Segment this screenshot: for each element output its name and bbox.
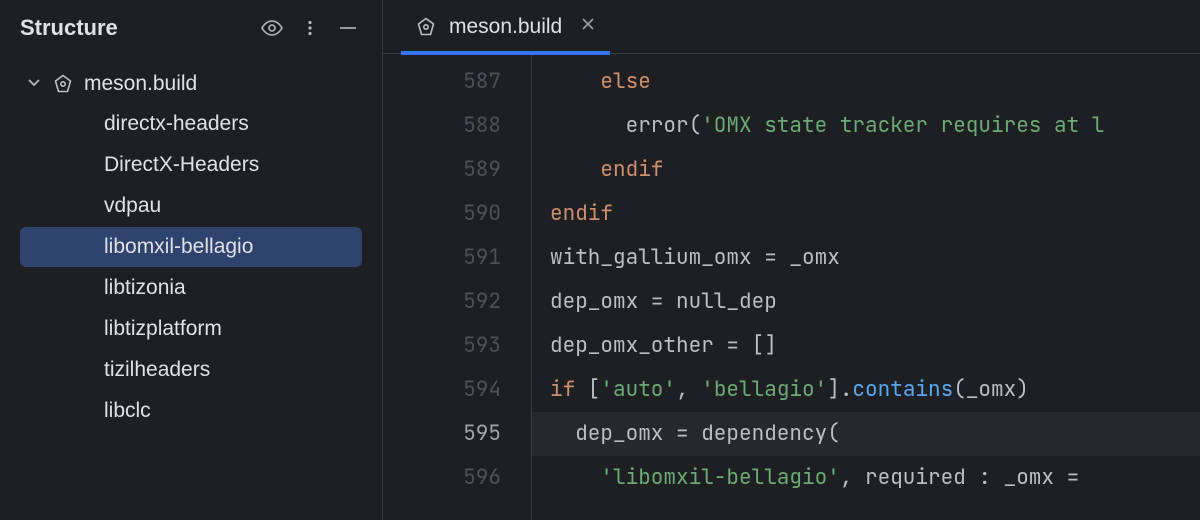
code-line: endif	[532, 192, 1200, 236]
tree-item[interactable]: libtizonia	[20, 268, 362, 308]
structure-panel: Structure	[0, 0, 383, 520]
tree-item[interactable]: libclc	[20, 391, 362, 431]
panel-title: Structure	[20, 15, 248, 41]
code-editor[interactable]: 587588589590591592593594595596 else erro…	[383, 54, 1200, 520]
close-icon[interactable]	[580, 16, 596, 37]
minimize-icon[interactable]	[334, 14, 362, 42]
editor-area: meson.build 5875885895905915925935945955…	[383, 0, 1200, 520]
structure-header: Structure	[0, 0, 382, 60]
tree-item[interactable]: tizilheaders	[20, 350, 362, 390]
tree-item[interactable]: directx-headers	[20, 104, 362, 144]
tree-item[interactable]: libtizplatform	[20, 309, 362, 349]
line-number: 589	[383, 148, 501, 192]
code-line: endif	[532, 148, 1200, 192]
line-number: 596	[383, 456, 501, 500]
line-number: 591	[383, 236, 501, 280]
meson-file-icon	[415, 16, 437, 38]
tree-item[interactable]: libomxil-bellagio	[20, 227, 362, 267]
tree-item[interactable]: vdpau	[20, 186, 362, 226]
tree-item[interactable]: DirectX-Headers	[20, 145, 362, 185]
chevron-down-icon	[26, 72, 42, 96]
code-line: dep_omx = dependency(	[532, 412, 1200, 456]
line-number: 592	[383, 280, 501, 324]
line-number: 588	[383, 104, 501, 148]
line-number: 595	[383, 412, 501, 456]
code-line: dep_omx_other = []	[532, 324, 1200, 368]
line-number: 590	[383, 192, 501, 236]
more-icon[interactable]	[296, 14, 324, 42]
code-line: dep_omx = null_dep	[532, 280, 1200, 324]
line-number: 593	[383, 324, 501, 368]
meson-file-icon	[52, 73, 74, 95]
tab-label: meson.build	[449, 15, 562, 39]
structure-tree: meson.build directx-headers DirectX-Head…	[0, 60, 382, 438]
line-gutter: 587588589590591592593594595596	[383, 54, 532, 520]
tree-children: directx-headers DirectX-Headers vdpau li…	[16, 104, 366, 431]
code-line: with_gallium_omx = _omx	[532, 236, 1200, 280]
code-content: else error('OMX state tracker requires a…	[532, 54, 1200, 520]
code-line: else	[532, 60, 1200, 104]
eye-icon[interactable]	[258, 14, 286, 42]
editor-tabs: meson.build	[383, 0, 1200, 54]
tree-root[interactable]: meson.build	[16, 66, 366, 102]
tree-root-label: meson.build	[84, 72, 197, 96]
line-number: 594	[383, 368, 501, 412]
code-line: 'libomxil-bellagio', required : _omx =	[532, 456, 1200, 500]
code-line: error('OMX state tracker requires at l	[532, 104, 1200, 148]
code-line: if ['auto', 'bellagio'].contains(_omx)	[532, 368, 1200, 412]
line-number: 587	[383, 60, 501, 104]
editor-tab[interactable]: meson.build	[401, 0, 610, 54]
